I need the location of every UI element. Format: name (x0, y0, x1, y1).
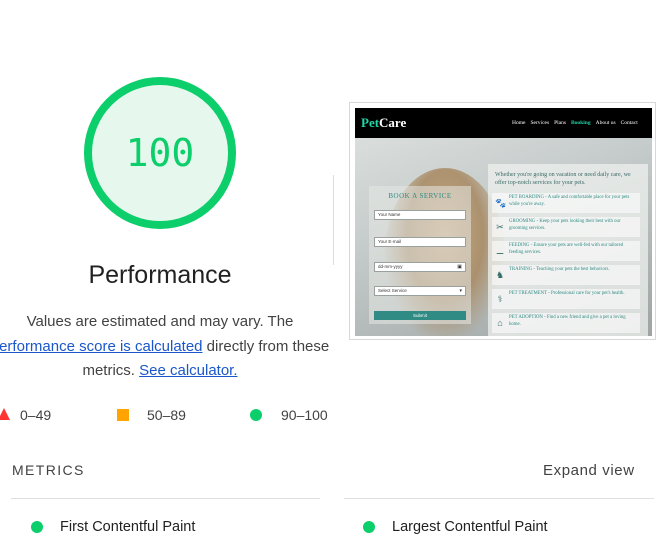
final-screenshot[interactable]: PetCare Home Services Plans Booking About us… (349, 102, 656, 340)
service-item: ⌂ PET ADOPTION - Find a new friend and g… (492, 313, 640, 333)
divider (344, 498, 654, 499)
category-title: Performance (88, 261, 232, 289)
performance-gauge: 100 (84, 77, 236, 229)
metric-label: Largest Contentful Paint (392, 519, 548, 535)
service-item: ⚊ FEEDING - Ensure your pets are well-fe… (492, 241, 640, 261)
dog-icon: ♞ (495, 270, 505, 280)
site-navbar: PetCare Home Services Plans Booking About us… (355, 108, 652, 138)
pass-circle-icon (250, 409, 262, 421)
calendar-icon: ▣ (457, 264, 462, 270)
nav-booking: Booking (571, 120, 591, 126)
see-calculator-link[interactable]: See calculator. (139, 362, 237, 379)
nav-services: Services (530, 120, 550, 126)
site-nav-links: Home Services Plans Booking About us Contact (512, 120, 643, 126)
metrics-heading: METRICS (12, 462, 85, 478)
scissors-icon: ✂ (496, 222, 504, 232)
booking-form: BOOK A SERVICE Your Name Your E-mail dd-… (369, 186, 471, 324)
nav-plans: Plans (554, 120, 567, 126)
average-square-icon (117, 409, 129, 421)
score-calculation-link[interactable]: performance score is calculated (0, 338, 203, 355)
chevron-down-icon: ▾ (459, 288, 462, 294)
service-item: ⚕ PET TREATMENT - Professional care for … (492, 289, 640, 309)
service-select: Select Service ▾ (374, 286, 466, 296)
booking-form-title: BOOK A SERVICE (388, 192, 452, 200)
services-intro: Whether you're going on vacation or need… (495, 172, 631, 186)
email-field: Your E-mail (374, 237, 466, 247)
nav-contact: Contact (620, 120, 638, 126)
name-field: Your Name (374, 210, 466, 220)
metric-label: First Contentful Paint (60, 519, 196, 535)
pass-circle-icon (363, 521, 375, 533)
services-panel: Whether you're going on vacation or need… (488, 164, 648, 336)
submit-button: Submit (374, 311, 466, 320)
description-text: Values are estimated and may vary. The (26, 313, 294, 330)
paw-icon: 🐾 (495, 198, 507, 208)
service-item: ✂ GROOMING - Keep your pets looking thei… (492, 217, 640, 237)
screenshot-page: PetCare Home Services Plans Booking About us… (355, 108, 652, 336)
legend-average-label: 50–89 (147, 407, 186, 423)
nav-about: About us (595, 120, 616, 126)
service-item: 🐾 PET BOARDING - A safe and comfortable … (492, 193, 640, 213)
date-field: dd-mm-yyyy ▣ (374, 262, 466, 272)
divider (11, 498, 320, 499)
legend-fail-label: 0–49 (20, 407, 52, 423)
bone-icon: ⚊ (495, 246, 505, 256)
performance-score: 100 (125, 131, 195, 175)
pass-circle-icon (31, 521, 43, 533)
service-item: ♞ TRAINING - Teaching your pets the best… (492, 265, 640, 285)
score-description: Values are estimated and may vary. The p… (0, 310, 330, 384)
legend-pass-label: 90–100 (281, 407, 328, 423)
fail-triangle-icon (0, 408, 10, 420)
home-icon: ⌂ (497, 318, 503, 328)
stethoscope-icon: ⚕ (497, 294, 503, 304)
expand-view-toggle[interactable]: Expand view (543, 462, 635, 479)
nav-home: Home (512, 120, 526, 126)
divider (333, 175, 334, 265)
site-logo: PetCare (361, 115, 407, 130)
